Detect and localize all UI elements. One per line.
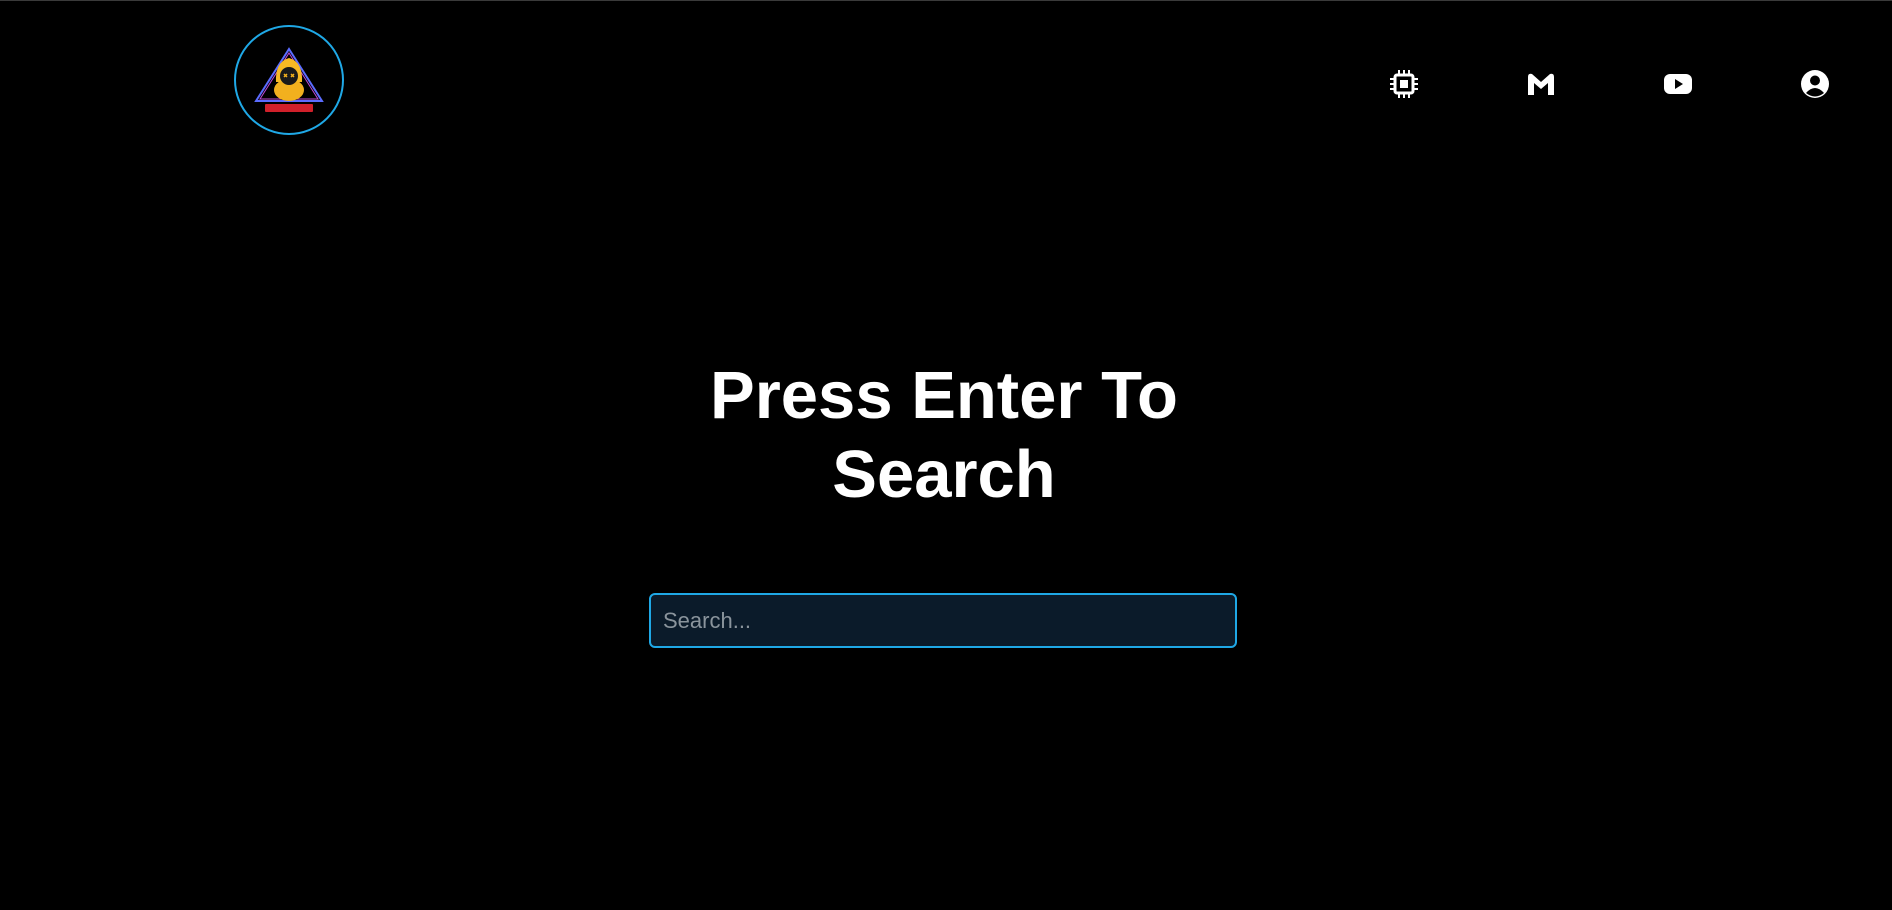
page: Press Enter To Search xyxy=(0,0,1892,910)
youtube-icon xyxy=(1664,74,1692,94)
user-account-button[interactable] xyxy=(1798,67,1832,101)
gmail-icon xyxy=(1528,73,1554,95)
title-line-2: Search xyxy=(832,437,1056,512)
cpu-chip-icon xyxy=(1390,70,1418,98)
search-box xyxy=(649,593,1237,648)
gmail-button[interactable] xyxy=(1524,67,1558,101)
user-account-icon xyxy=(1801,70,1829,98)
search-input[interactable] xyxy=(649,593,1237,648)
title-line-1: Press Enter To xyxy=(710,358,1178,433)
cpu-chip-button[interactable] xyxy=(1387,67,1421,101)
hacker-logo-icon xyxy=(254,47,324,112)
youtube-button[interactable] xyxy=(1661,67,1695,101)
logo-button[interactable] xyxy=(234,25,344,135)
page-title: Press Enter To Search xyxy=(0,356,1888,514)
